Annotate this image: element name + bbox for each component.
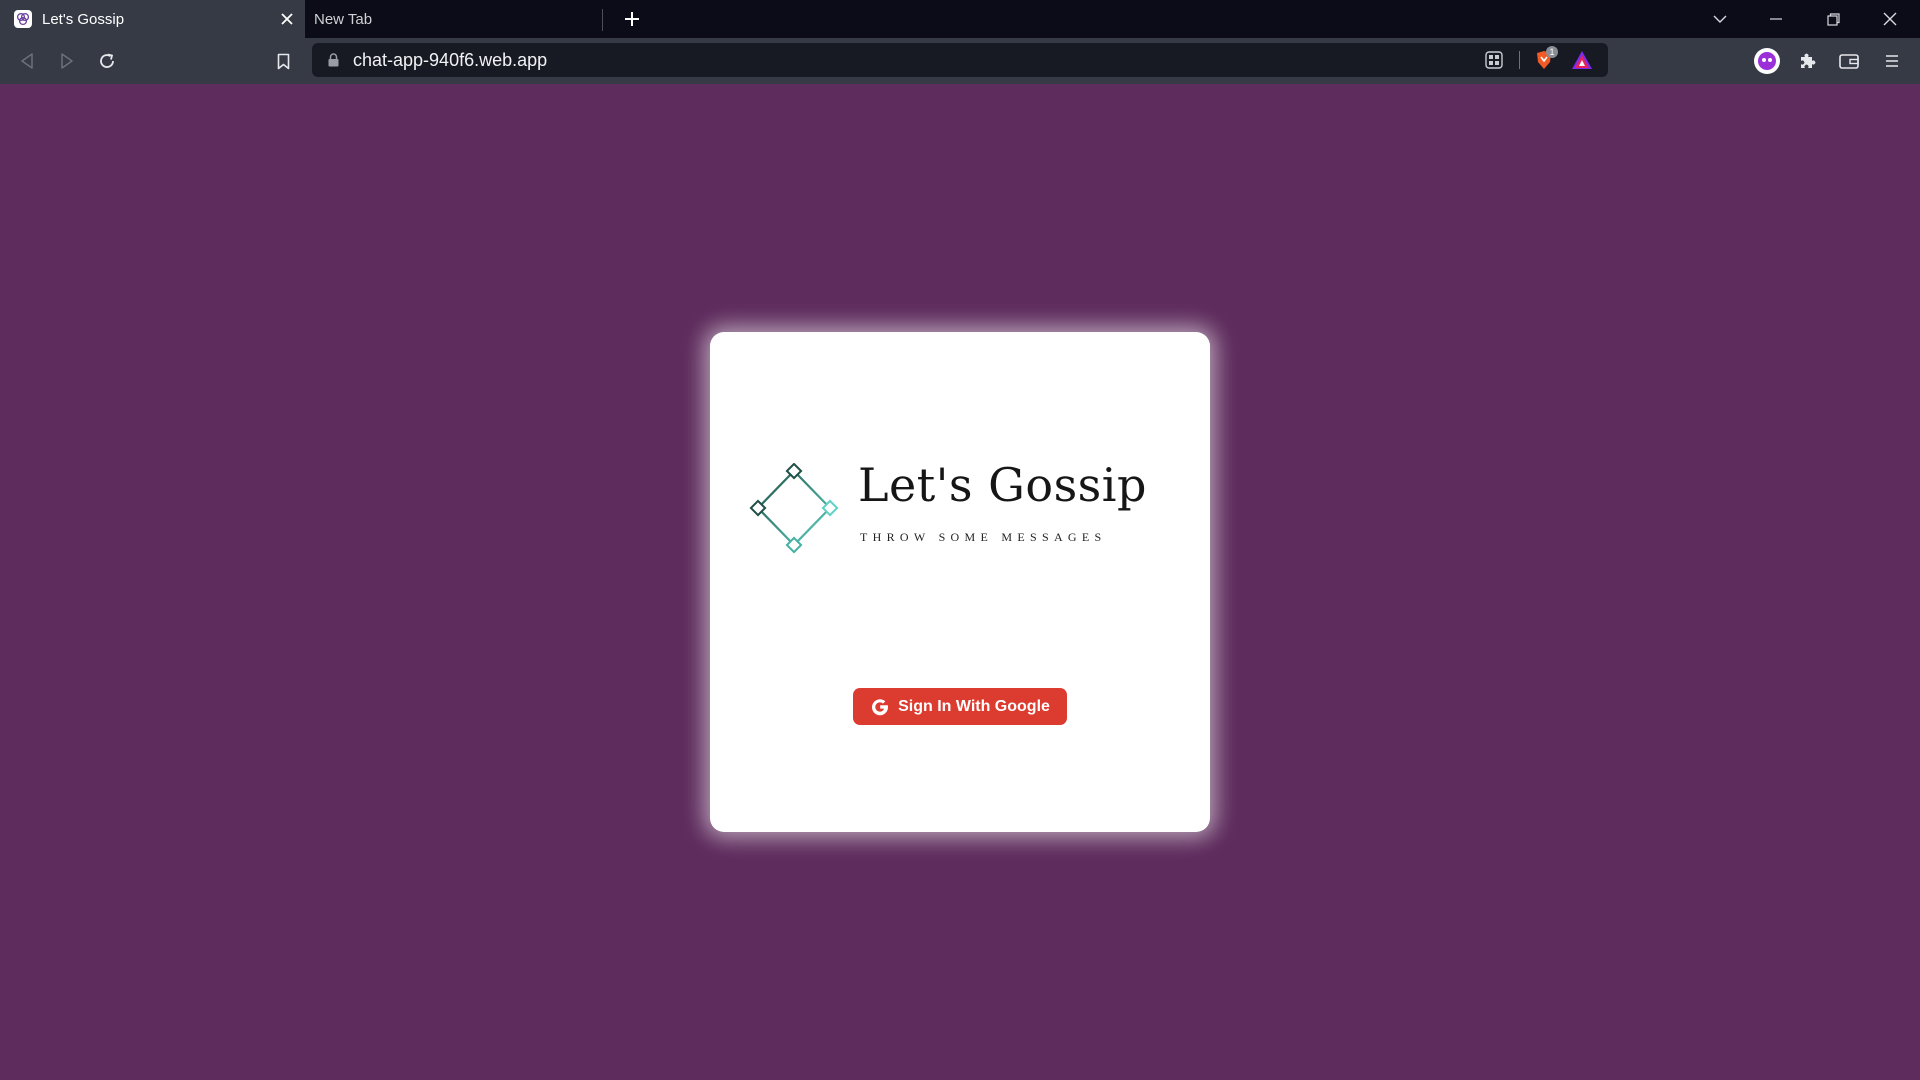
diamond-logo-icon — [748, 462, 840, 560]
sign-in-with-google-button[interactable]: Sign In With Google — [853, 688, 1067, 725]
omnibox-divider — [1519, 51, 1520, 69]
browser-toolbar: chat-app-940f6.web.app 1 — [0, 38, 1920, 84]
tab-title: New Tab — [314, 10, 373, 28]
google-g-icon — [870, 697, 890, 717]
restore-icon[interactable] — [1805, 0, 1861, 38]
plus-icon[interactable] — [618, 5, 646, 33]
minimize-icon[interactable] — [1748, 0, 1804, 38]
bookmark-icon[interactable] — [268, 46, 298, 76]
brand-title: Let's Gossip — [858, 458, 1147, 512]
menu-icon[interactable] — [1877, 46, 1907, 76]
login-card: Let's Gossip THROW SOME MESSAGES Sign In… — [710, 332, 1210, 832]
sign-in-label: Sign In With Google — [898, 697, 1050, 715]
chevron-down-icon[interactable] — [1692, 0, 1748, 38]
tab-lets-gossip[interactable]: Let's Gossip — [0, 0, 305, 38]
forward-icon[interactable] — [52, 46, 82, 76]
brand-tagline: THROW SOME MESSAGES — [860, 530, 1107, 544]
back-icon[interactable] — [12, 46, 42, 76]
wallet-icon[interactable] — [1834, 46, 1864, 76]
close-icon[interactable] — [275, 7, 299, 31]
address-bar[interactable]: chat-app-940f6.web.app 1 — [312, 43, 1608, 77]
tab-title: Let's Gossip — [42, 10, 125, 28]
profile-icon[interactable] — [1752, 46, 1782, 76]
tab-new-tab[interactable]: New Tab — [305, 0, 603, 38]
brave-rewards-icon[interactable] — [1569, 48, 1595, 72]
shield-count-badge: 1 — [1546, 46, 1558, 58]
tab-strip: Let's Gossip New Tab — [0, 0, 1920, 38]
extensions-icon[interactable] — [1792, 46, 1822, 76]
close-window-icon[interactable] — [1862, 0, 1918, 38]
lock-icon[interactable] — [328, 53, 339, 72]
favicon-icon — [14, 10, 32, 28]
brave-shield-icon[interactable]: 1 — [1531, 46, 1558, 72]
url-text[interactable]: chat-app-940f6.web.app — [353, 43, 547, 77]
reload-icon[interactable] — [92, 46, 122, 76]
qr-icon[interactable] — [1481, 48, 1507, 72]
